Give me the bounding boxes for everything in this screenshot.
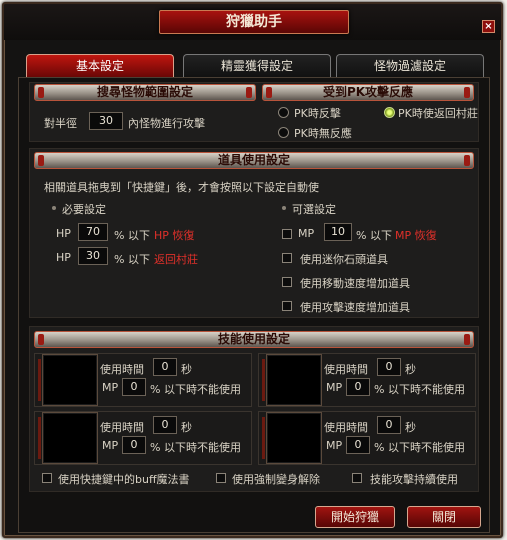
skill-usage-header: 技能使用設定: [34, 331, 474, 348]
item-usage-header: 道具使用設定: [34, 152, 474, 169]
radius-suffix: 內怪物進行攻擊: [128, 117, 205, 130]
skill-4-time-input[interactable]: 0: [377, 416, 401, 434]
hp-return-stat: HP: [56, 251, 71, 264]
pk-no-reaction-radio[interactable]: [278, 127, 289, 138]
skill-1-mp-suffix: % 以下時不能使用: [150, 383, 241, 396]
mp-recover-checkbox[interactable]: [282, 229, 292, 239]
pk-reaction-header: 受到PK攻擊反應: [262, 84, 474, 101]
mp-recover-threshold-input[interactable]: 10: [324, 223, 352, 241]
skill-2-mp-label: MP: [326, 381, 343, 394]
mini-stone-checkbox[interactable]: [282, 253, 292, 263]
tab-basic-settings[interactable]: 基本設定: [26, 54, 174, 77]
close-button[interactable]: 關閉: [407, 506, 481, 528]
radius-prefix: 對半徑: [44, 117, 77, 130]
pk-return-village-radio[interactable]: [384, 107, 395, 118]
bullet-icon: [282, 206, 286, 210]
skill-slot-1[interactable]: [38, 354, 98, 406]
mp-recover-unit: % 以下: [356, 229, 392, 242]
skill-4-time-unit: 秒: [405, 421, 416, 434]
top-panel: 搜尋怪物範圍設定 受到PK攻擊反應 對半徑 30 內怪物進行攻擊 PK時反擊 P…: [29, 82, 479, 142]
skill-1-mp-label: MP: [102, 381, 119, 394]
skill-2-mp-suffix: % 以下時不能使用: [374, 383, 465, 396]
skill-2-time-label: 使用時間: [324, 363, 368, 376]
required-settings-title: 必要設定: [62, 203, 106, 216]
skill-2-time-unit: 秒: [405, 363, 416, 376]
skill-3-mp-label: MP: [102, 439, 119, 452]
search-range-header: 搜尋怪物範圍設定: [34, 84, 256, 101]
skill-3-mp-suffix: % 以下時不能使用: [150, 441, 241, 454]
continuous-skill-checkbox[interactable]: [352, 473, 362, 483]
skill-4-mp-label: MP: [326, 439, 343, 452]
skill-1-time-unit: 秒: [181, 363, 192, 376]
pk-return-village-label: PK時使返回村莊: [398, 107, 478, 120]
search-radius-input[interactable]: 30: [89, 112, 123, 130]
mini-stone-label: 使用迷你石頭道具: [300, 253, 388, 266]
skill-2-mp-input[interactable]: 0: [346, 378, 370, 396]
hp-return-unit: % 以下: [114, 253, 150, 266]
tab-content: 搜尋怪物範圍設定 受到PK攻擊反應 對半徑 30 內怪物進行攻擊 PK時反擊 P…: [18, 77, 490, 533]
buff-book-label: 使用快捷鍵中的buff魔法書: [58, 473, 190, 486]
title-bar[interactable]: 狩獵助手 ×: [4, 4, 501, 40]
hunting-assistant-window: 狩獵助手 × 基本設定 精靈獲得設定 怪物過濾設定 搜尋怪物範圍設定 受到PK攻…: [2, 2, 503, 538]
force-untransform-label: 使用強制變身解除: [232, 473, 320, 486]
hp-recover-stat: HP: [56, 227, 71, 240]
hp-return-threshold-input[interactable]: 30: [78, 247, 108, 265]
hp-return-action: 返回村莊: [154, 253, 198, 266]
skill-3-time-label: 使用時間: [100, 421, 144, 434]
skill-usage-panel: 技能使用設定 使用時間 0 秒 MP 0 % 以下時不能使用 使用時間 0 秒 …: [29, 326, 479, 492]
buff-book-checkbox[interactable]: [42, 473, 52, 483]
skill-3-time-input[interactable]: 0: [153, 416, 177, 434]
skill-1-mp-input[interactable]: 0: [122, 378, 146, 396]
tab-monster-filter[interactable]: 怪物過濾設定: [336, 54, 484, 77]
skill-slot-3[interactable]: [38, 412, 98, 464]
item-usage-panel: 道具使用設定 相關道具拖曳到「快捷鍵」後，才會按照以下設定自動使 必要設定 HP…: [29, 148, 479, 318]
item-usage-description: 相關道具拖曳到「快捷鍵」後，才會按照以下設定自動使: [44, 181, 319, 194]
skill-2-time-input[interactable]: 0: [377, 358, 401, 376]
optional-settings-title: 可選設定: [292, 203, 336, 216]
skill-4-mp-suffix: % 以下時不能使用: [374, 441, 465, 454]
skill-3-time-unit: 秒: [181, 421, 192, 434]
pk-counterattack-radio[interactable]: [278, 107, 289, 118]
window-title: 狩獵助手: [159, 10, 349, 34]
tab-sprite-acquisition[interactable]: 精靈獲得設定: [183, 54, 331, 77]
skill-1-time-label: 使用時間: [100, 363, 144, 376]
move-speed-checkbox[interactable]: [282, 277, 292, 287]
hp-recover-unit: % 以下: [114, 229, 150, 242]
bullet-icon: [52, 206, 56, 210]
continuous-skill-label: 技能攻擊持續使用: [370, 473, 458, 486]
hp-recover-action: HP 恢復: [154, 229, 195, 242]
close-icon[interactable]: ×: [482, 20, 495, 33]
pk-counterattack-label: PK時反擊: [294, 107, 341, 120]
attack-speed-checkbox[interactable]: [282, 301, 292, 311]
start-hunting-button[interactable]: 開始狩獵: [315, 506, 395, 528]
skill-4-mp-input[interactable]: 0: [346, 436, 370, 454]
skill-slot-4[interactable]: [262, 412, 322, 464]
skill-4-time-label: 使用時間: [324, 421, 368, 434]
pk-no-reaction-label: PK時無反應: [294, 127, 352, 140]
attack-speed-label: 使用攻擊速度增加道具: [300, 301, 410, 314]
mp-recover-action: MP 恢復: [395, 229, 437, 242]
force-untransform-checkbox[interactable]: [216, 473, 226, 483]
hp-recover-threshold-input[interactable]: 70: [78, 223, 108, 241]
skill-3-mp-input[interactable]: 0: [122, 436, 146, 454]
move-speed-label: 使用移動速度增加道具: [300, 277, 410, 290]
skill-slot-2[interactable]: [262, 354, 322, 406]
mp-recover-stat: MP: [298, 227, 315, 240]
skill-1-time-input[interactable]: 0: [153, 358, 177, 376]
